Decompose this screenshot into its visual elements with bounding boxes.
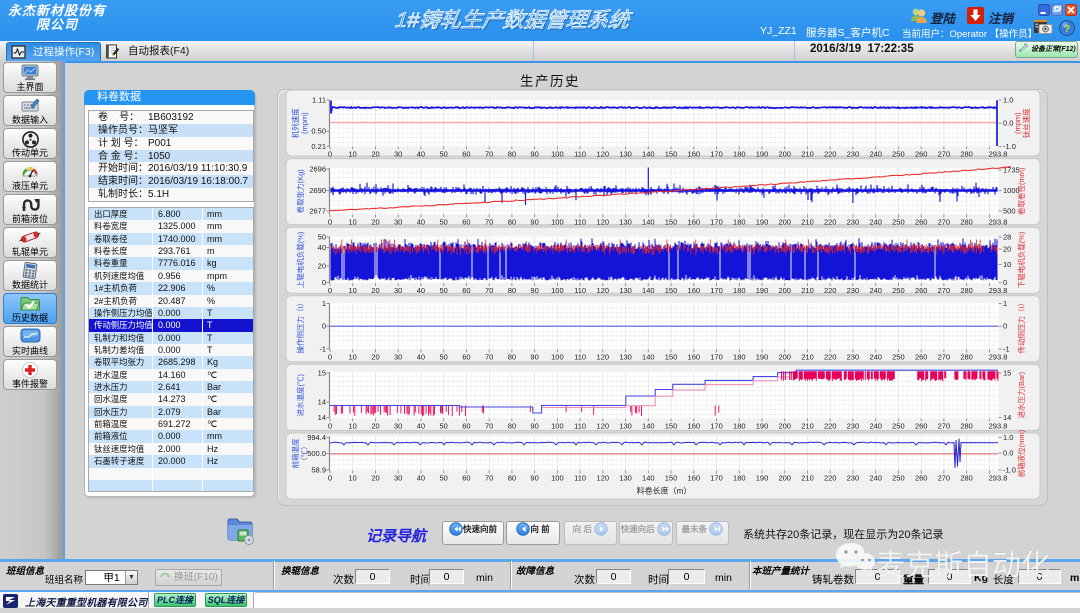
- svg-text:?: ?: [1064, 24, 1070, 35]
